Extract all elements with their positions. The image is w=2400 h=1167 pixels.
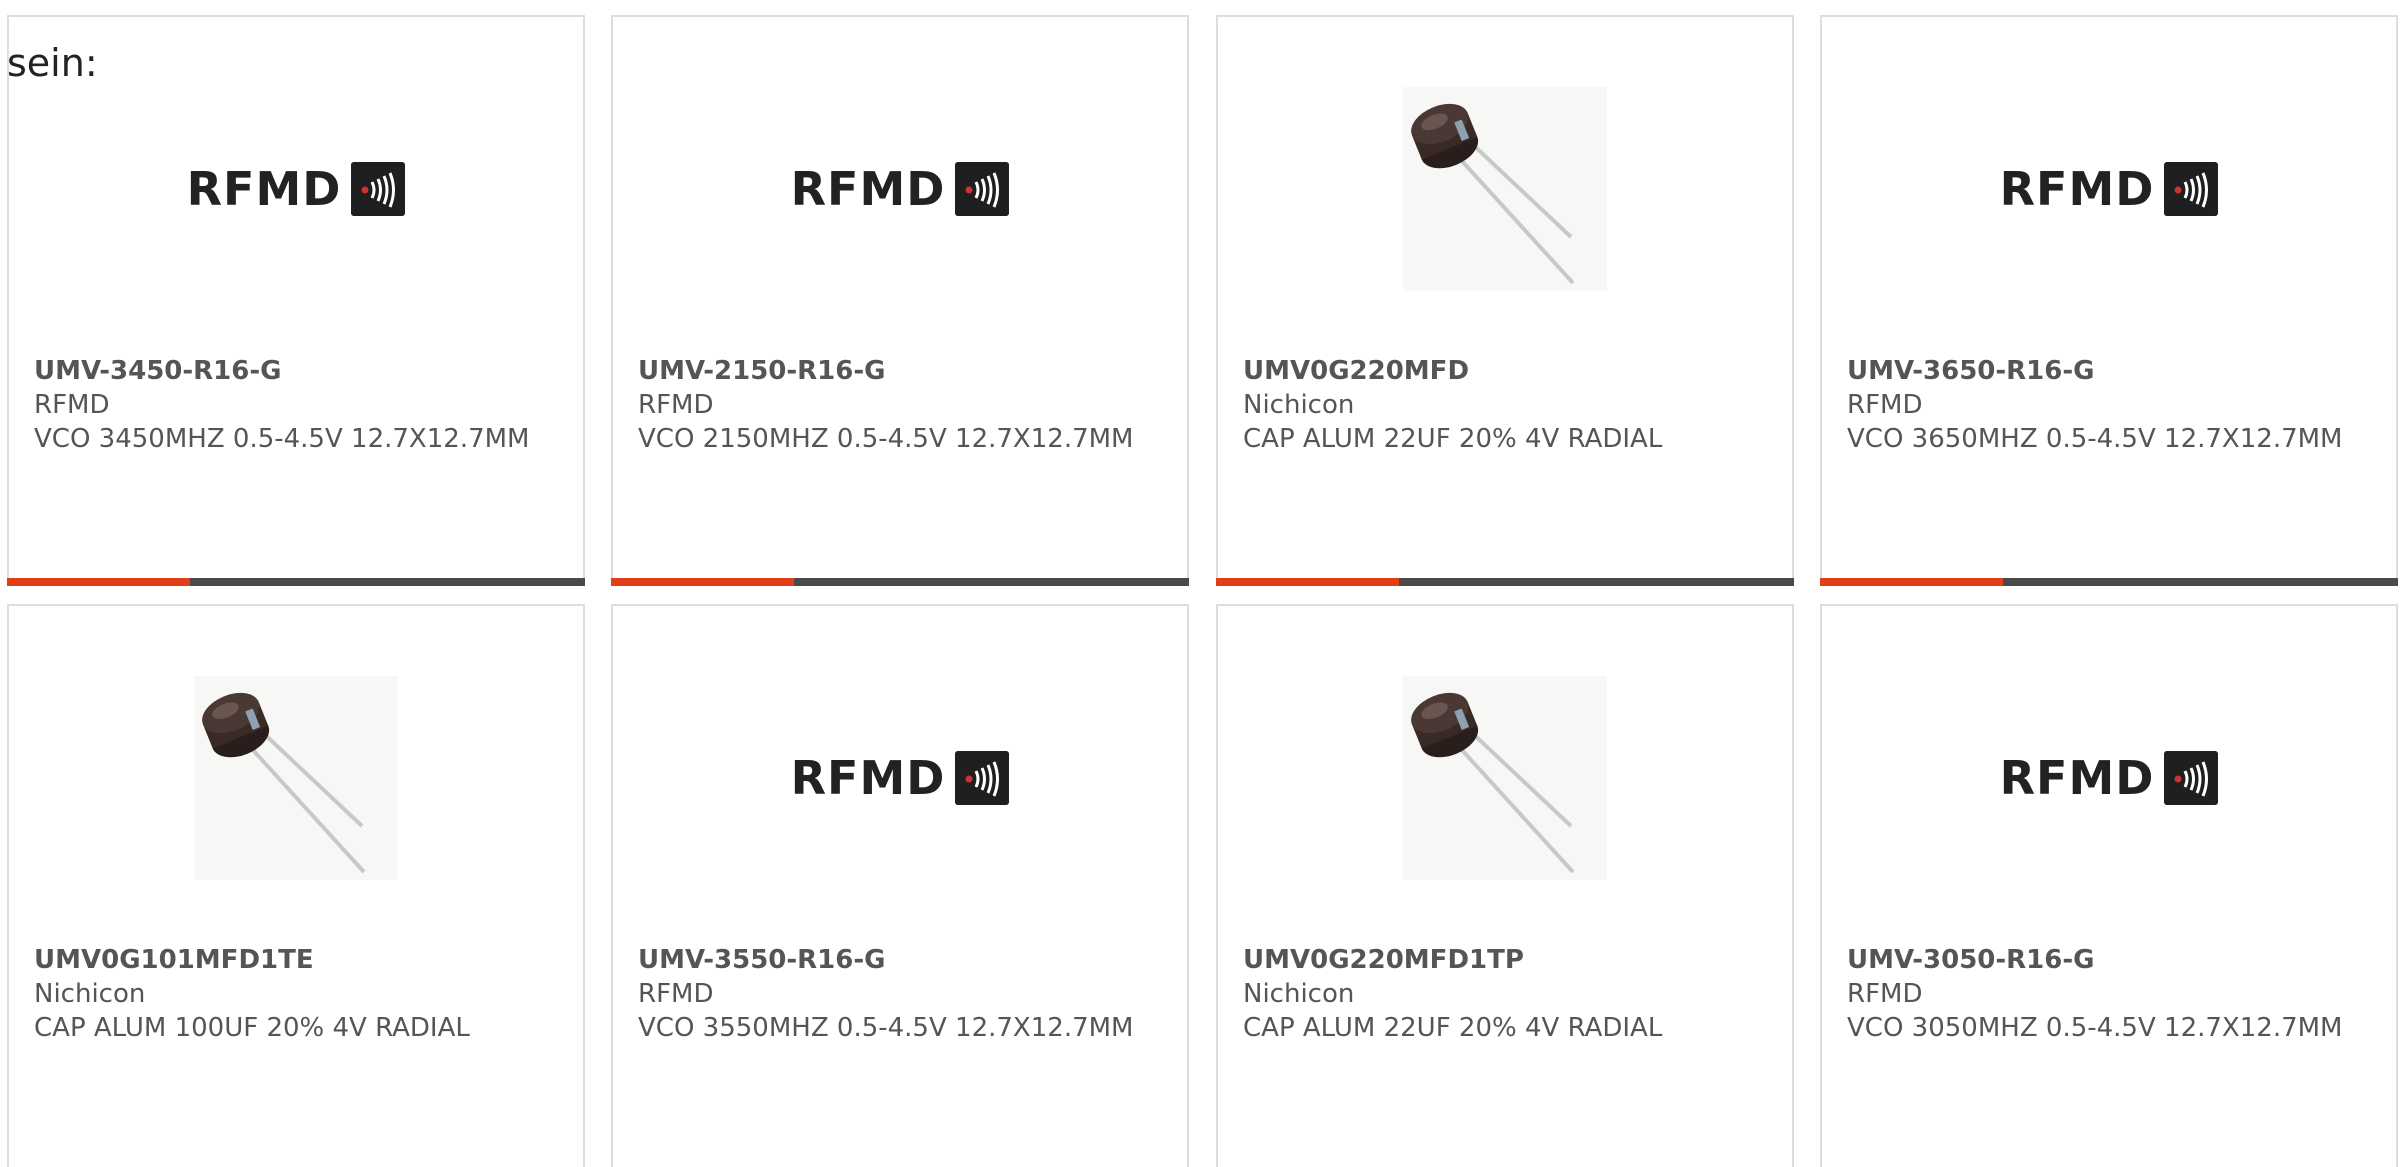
bar-rest xyxy=(1399,578,1794,586)
capacitor-photo xyxy=(194,676,398,880)
capacitor-photo xyxy=(1403,87,1607,291)
product-image[interactable]: RFMD xyxy=(187,87,406,291)
rfmd-signal-icon xyxy=(955,751,1010,805)
part-number-link[interactable]: UMV-3450-R16-G xyxy=(34,354,554,388)
product-info: UMV-3450-R16-G RFMD VCO 3450MHZ 0.5-4.5V… xyxy=(34,354,554,456)
part-number-link[interactable]: UMV-3650-R16-G xyxy=(1847,354,2367,388)
product-info: UMV-3550-R16-G RFMD VCO 3550MHZ 0.5-4.5V… xyxy=(638,943,1158,1045)
card-bottom-bar xyxy=(1216,578,1794,586)
part-number-link[interactable]: UMV-3050-R16-G xyxy=(1847,943,2367,977)
rfmd-logo-text: RFMD xyxy=(1999,751,2155,805)
bar-rest xyxy=(2003,578,2398,586)
product-card[interactable]: RFMD UMV-3650-R16-G RFMD VCO 3650MHZ 0.5… xyxy=(1820,15,2398,586)
product-info: UMV0G101MFD1TE Nichicon CAP ALUM 100UF 2… xyxy=(34,943,554,1045)
product-info: UMV-3650-R16-G RFMD VCO 3650MHZ 0.5-4.5V… xyxy=(1847,354,2367,456)
manufacturer: RFMD xyxy=(34,390,110,420)
product-image[interactable] xyxy=(1403,87,1607,291)
manufacturer: RFMD xyxy=(638,979,714,1009)
product-info: UMV-2150-R16-G RFMD VCO 2150MHZ 0.5-4.5V… xyxy=(638,354,1158,456)
rfmd-signal-icon xyxy=(2164,162,2219,216)
product-image[interactable]: RFMD xyxy=(791,676,1010,880)
rfmd-logo-text: RFMD xyxy=(186,162,342,216)
bar-rest xyxy=(794,578,1189,586)
manufacturer: Nichicon xyxy=(34,979,146,1009)
product-image[interactable] xyxy=(1403,676,1607,880)
bar-rest xyxy=(190,578,585,586)
description: VCO 3450MHZ 0.5-4.5V 12.7X12.7MM xyxy=(34,424,530,454)
product-info: UMV0G220MFD Nichicon CAP ALUM 22UF 20% 4… xyxy=(1243,354,1763,456)
rfmd-logo: RFMD xyxy=(2000,162,2219,216)
description: VCO 2150MHZ 0.5-4.5V 12.7X12.7MM xyxy=(638,424,1134,454)
bar-accent xyxy=(611,578,794,586)
bar-accent xyxy=(7,578,190,586)
description: VCO 3550MHZ 0.5-4.5V 12.7X12.7MM xyxy=(638,1013,1134,1043)
manufacturer: Nichicon xyxy=(1243,390,1355,420)
product-info: UMV0G220MFD1TP Nichicon CAP ALUM 22UF 20… xyxy=(1243,943,1763,1045)
intro-text: sein: xyxy=(7,41,98,85)
product-card[interactable]: UMV0G220MFD Nichicon CAP ALUM 22UF 20% 4… xyxy=(1216,15,1794,586)
description: VCO 3050MHZ 0.5-4.5V 12.7X12.7MM xyxy=(1847,1013,2343,1043)
part-number-link[interactable]: UMV0G220MFD xyxy=(1243,354,1763,388)
card-bottom-bar xyxy=(1820,578,2398,586)
description: VCO 3650MHZ 0.5-4.5V 12.7X12.7MM xyxy=(1847,424,2343,454)
description: CAP ALUM 22UF 20% 4V RADIAL xyxy=(1243,1013,1663,1043)
product-card[interactable]: UMV0G220MFD1TP Nichicon CAP ALUM 22UF 20… xyxy=(1216,604,1794,1167)
product-card[interactable]: RFMD UMV-3550-R16-G RFMD VCO 3550MHZ 0.5… xyxy=(611,604,1189,1167)
product-card[interactable]: RFMD UMV-3050-R16-G RFMD VCO 3050MHZ 0.5… xyxy=(1820,604,2398,1167)
manufacturer: RFMD xyxy=(1847,390,1923,420)
product-image[interactable]: RFMD xyxy=(2000,676,2219,880)
card-bottom-bar xyxy=(7,578,585,586)
product-card[interactable]: RFMD UMV-3450-R16-G RFMD VCO 3450MHZ 0.5… xyxy=(7,15,585,586)
manufacturer: RFMD xyxy=(1847,979,1923,1009)
rfmd-signal-icon xyxy=(351,162,406,216)
card-bottom-bar xyxy=(611,578,1189,586)
bar-accent xyxy=(1216,578,1399,586)
product-grid-page: sein: RFMD UMV-3450-R16-G RFMD VCO 3450M… xyxy=(0,0,2400,1167)
product-card[interactable]: RFMD UMV-2150-R16-G RFMD VCO 2150MHZ 0.5… xyxy=(611,15,1189,586)
product-info: UMV-3050-R16-G RFMD VCO 3050MHZ 0.5-4.5V… xyxy=(1847,943,2367,1045)
part-number-link[interactable]: UMV-2150-R16-G xyxy=(638,354,1158,388)
rfmd-logo: RFMD xyxy=(791,162,1010,216)
bar-accent xyxy=(1820,578,2003,586)
part-number-link[interactable]: UMV-3550-R16-G xyxy=(638,943,1158,977)
rfmd-logo: RFMD xyxy=(791,751,1010,805)
product-image[interactable]: RFMD xyxy=(2000,87,2219,291)
rfmd-signal-icon xyxy=(955,162,1010,216)
capacitor-photo xyxy=(1403,676,1607,880)
product-image[interactable] xyxy=(194,676,398,880)
rfmd-logo: RFMD xyxy=(2000,751,2219,805)
rfmd-signal-icon xyxy=(2164,751,2219,805)
rfmd-logo: RFMD xyxy=(187,162,406,216)
description: CAP ALUM 22UF 20% 4V RADIAL xyxy=(1243,424,1663,454)
product-card[interactable]: UMV0G101MFD1TE Nichicon CAP ALUM 100UF 2… xyxy=(7,604,585,1167)
description: CAP ALUM 100UF 20% 4V RADIAL xyxy=(34,1013,470,1043)
part-number-link[interactable]: UMV0G220MFD1TP xyxy=(1243,943,1763,977)
rfmd-logo-text: RFMD xyxy=(790,751,946,805)
manufacturer: Nichicon xyxy=(1243,979,1355,1009)
part-number-link[interactable]: UMV0G101MFD1TE xyxy=(34,943,554,977)
rfmd-logo-text: RFMD xyxy=(1999,162,2155,216)
product-image[interactable]: RFMD xyxy=(791,87,1010,291)
rfmd-logo-text: RFMD xyxy=(790,162,946,216)
manufacturer: RFMD xyxy=(638,390,714,420)
